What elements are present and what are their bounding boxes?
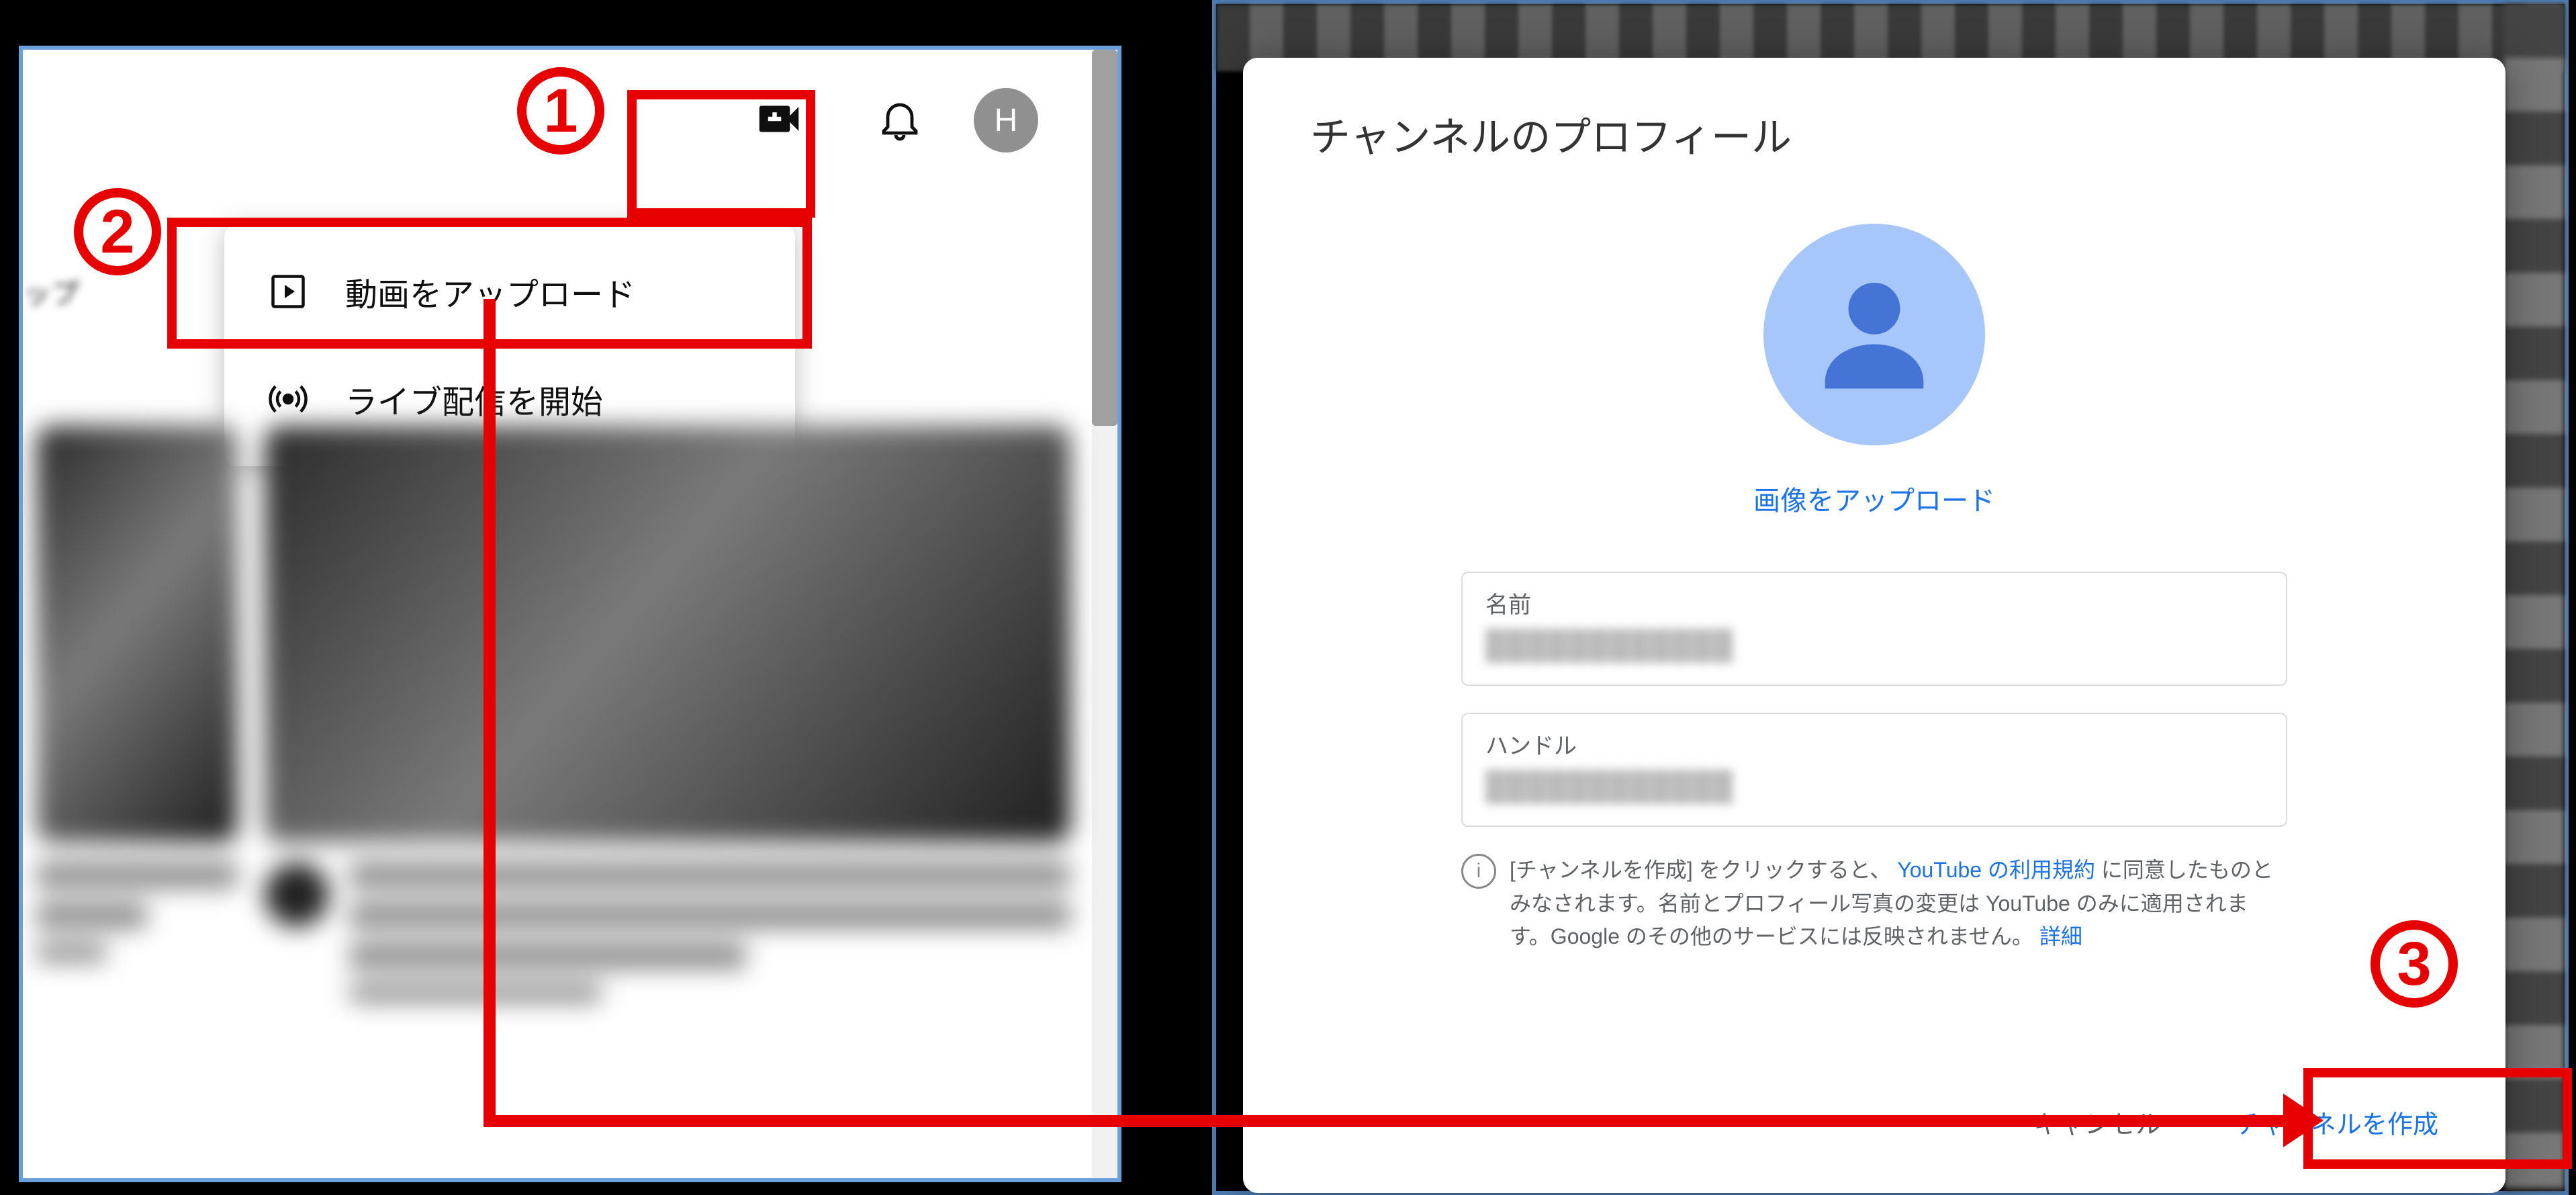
background-edge — [2504, 4, 2565, 1191]
video-thumbnail[interactable] — [36, 426, 238, 842]
person-icon — [1800, 259, 1948, 410]
scrollbar-thumb[interactable] — [1092, 50, 1117, 426]
youtube-home-panel: ップ H — [19, 46, 1121, 1182]
scrollbar-track[interactable] — [1092, 50, 1117, 1178]
step-marker-2: 2 — [74, 188, 161, 275]
field-value-blurred: ████████████ — [1485, 770, 2263, 802]
notifications-button[interactable] — [853, 73, 947, 167]
step-marker-1: 1 — [517, 67, 604, 154]
annotation-arrow — [484, 299, 496, 1122]
annotation-arrow — [484, 1115, 2290, 1127]
menu-item-label: ライブ配信を開始 — [345, 375, 603, 423]
channel-avatar[interactable] — [265, 862, 329, 927]
bell-icon — [876, 95, 924, 146]
name-field[interactable]: 名前 ████████████ — [1461, 572, 2287, 686]
video-thumbnail[interactable] — [265, 426, 1070, 842]
disclosure-text: i [チャンネルを作成] をクリックすると、 YouTube の利用規約 に同意… — [1461, 854, 2287, 954]
tos-link[interactable]: YouTube の利用規約 — [1897, 858, 2095, 882]
disclosure-part: [チャンネルを作成] をクリックすると、 — [1510, 858, 1891, 882]
step-marker-3: 3 — [2371, 920, 2458, 1008]
channel-profile-panel: チャンネルのプロフィール 画像をアップロード 名前 ████████████ ハ… — [1212, 0, 2569, 1195]
handle-field[interactable]: ハンドル ████████████ — [1461, 713, 2287, 827]
field-value-blurred: ████████████ — [1485, 629, 2263, 661]
info-icon: i — [1461, 854, 1496, 889]
broadcast-icon — [265, 375, 312, 423]
annotation-box-step3 — [2303, 1068, 2572, 1169]
avatar-initial: H — [995, 102, 1018, 139]
annotation-box-step1 — [627, 90, 815, 218]
upload-image-link[interactable]: 画像をアップロード — [1753, 479, 1995, 518]
details-link[interactable]: 詳細 — [2039, 924, 2082, 948]
truncated-text: ップ — [23, 271, 79, 312]
account-avatar[interactable]: H — [974, 88, 1038, 152]
create-channel-modal: チャンネルのプロフィール 画像をアップロード 名前 ████████████ ハ… — [1243, 58, 2505, 1193]
field-label: 名前 — [1485, 586, 2263, 619]
video-thumbnails-blurred — [23, 426, 1092, 1178]
field-label: ハンドル — [1485, 727, 2263, 760]
default-avatar — [1763, 224, 1985, 445]
modal-title: チャンネルのプロフィール — [1310, 105, 2438, 163]
